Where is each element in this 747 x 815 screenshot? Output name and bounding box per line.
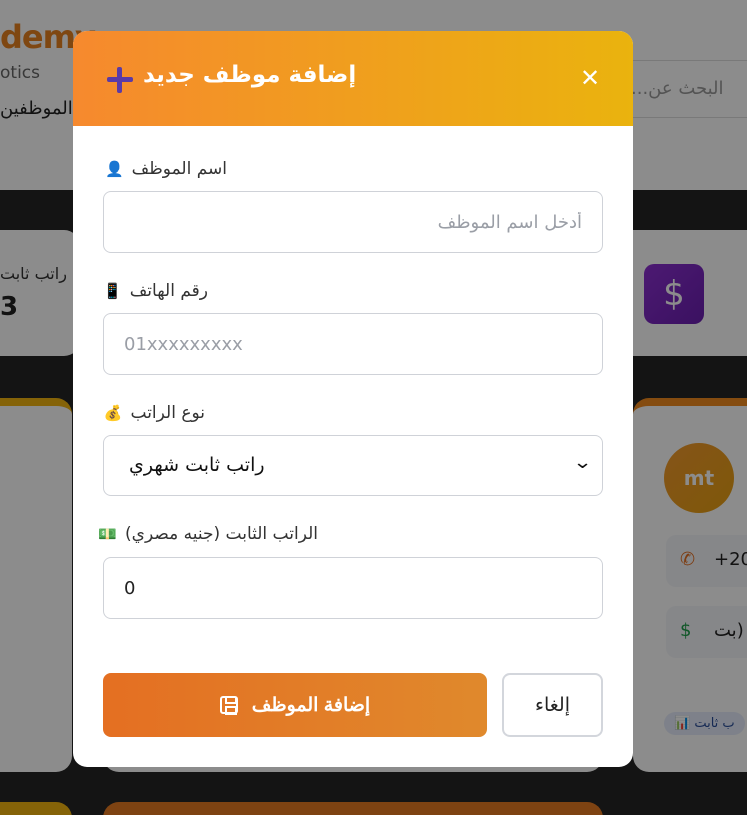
salary-type-label-text: نوع الراتب: [130, 403, 206, 423]
money-bag-icon: 💰: [103, 404, 123, 422]
phone-label: رقم الهاتف 📱: [103, 281, 208, 301]
fixed-salary-label-text: الراتب الثابت (جنيه مصري): [125, 524, 318, 544]
close-button[interactable]: ✕: [576, 64, 604, 92]
modal-header: إضافة موظف جديد ✕: [73, 31, 633, 126]
add-employee-button[interactable]: إضافة الموظف: [103, 673, 487, 737]
salary-type-selected: راتب ثابت شهري: [129, 454, 265, 476]
phone-input[interactable]: [103, 313, 603, 375]
name-label: اسم الموظف 👤: [105, 159, 227, 179]
user-icon: 👤: [104, 160, 124, 178]
modal-title: إضافة موظف جديد: [143, 62, 357, 88]
save-icon: [219, 696, 238, 715]
chevron-down-icon: ⌄: [572, 452, 593, 473]
cancel-button[interactable]: إلغاء: [502, 673, 603, 737]
phone-label-text: رقم الهاتف: [129, 281, 208, 301]
add-employee-button-label: إضافة الموظف: [251, 694, 371, 716]
fixed-salary-input[interactable]: [103, 557, 603, 619]
mobile-phone-icon: 📱: [103, 282, 122, 300]
name-label-text: اسم الموظف: [131, 159, 227, 179]
salary-type-select[interactable]: راتب ثابت شهري ⌄: [103, 435, 603, 496]
add-employee-modal: إضافة موظف جديد ✕ اسم الموظف 👤 رقم الهات…: [73, 31, 633, 767]
salary-type-label: نوع الراتب 💰: [104, 403, 205, 423]
plus-icon: [107, 67, 133, 93]
banknote-icon: 💵: [98, 525, 118, 543]
fixed-salary-label: الراتب الثابت (جنيه مصري) 💵: [98, 524, 318, 544]
employee-name-input[interactable]: [103, 191, 603, 253]
